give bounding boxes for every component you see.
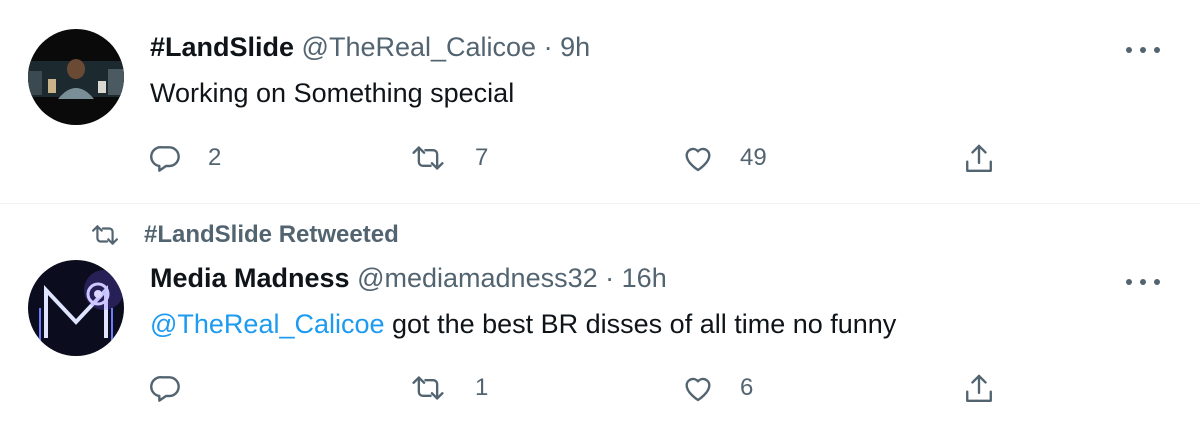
tweet-text-rest: got the best BR disses of all time no fu…: [384, 309, 897, 339]
reply-count: 2: [208, 144, 222, 171]
tweet[interactable]: #LandSlide Retweeted Media Madness @medi…: [0, 204, 1200, 422]
reply-button[interactable]: [150, 372, 208, 404]
tweet-header: #LandSlide @TheReal_Calicoe · 9h: [150, 32, 590, 63]
separator-dot: ·: [605, 263, 615, 293]
like-button[interactable]: 49: [682, 142, 767, 174]
retweet-count: 1: [475, 374, 489, 401]
reply-icon: [150, 376, 180, 402]
timestamp[interactable]: 16h: [622, 263, 667, 293]
like-icon: [685, 147, 711, 172]
share-button[interactable]: [963, 372, 995, 406]
retweet-context: #LandSlide Retweeted: [88, 221, 399, 249]
mention-link[interactable]: @TheReal_Calicoe: [150, 309, 385, 339]
tweet-header: Media Madness @mediamadness32 · 16h: [150, 263, 667, 294]
avatar[interactable]: [28, 260, 124, 356]
timestamp[interactable]: 9h: [560, 32, 590, 62]
more-icon[interactable]: [1126, 272, 1160, 292]
share-icon: [966, 144, 992, 172]
more-icon[interactable]: [1126, 40, 1160, 60]
user-handle[interactable]: @TheReal_Calicoe: [302, 32, 537, 62]
avatar[interactable]: [28, 29, 124, 125]
retweet-button[interactable]: 1: [411, 372, 488, 404]
reply-button[interactable]: 2: [150, 142, 221, 174]
retweet-count: 7: [475, 144, 489, 171]
tweet-text: Working on Something special: [150, 78, 515, 108]
share-button[interactable]: [963, 142, 995, 176]
display-name[interactable]: Media Madness: [150, 263, 350, 293]
retweet-context-label[interactable]: #LandSlide Retweeted: [144, 221, 399, 249]
like-icon: [685, 377, 711, 402]
retweet-button[interactable]: 7: [411, 142, 488, 174]
retweet-icon: [412, 376, 444, 400]
user-handle[interactable]: @mediamadness32: [357, 263, 598, 293]
share-icon: [966, 374, 992, 402]
tweet[interactable]: #LandSlide @TheReal_Calicoe · 9h Working…: [0, 0, 1200, 204]
retweet-icon: [92, 225, 118, 245]
separator-dot: ·: [543, 32, 553, 62]
display-name[interactable]: #LandSlide: [150, 32, 294, 62]
reply-icon: [150, 146, 180, 172]
tweet-text: @TheReal_Calicoe got the best BR disses …: [150, 309, 896, 340]
retweet-icon: [412, 146, 444, 170]
like-count: 49: [740, 144, 767, 171]
like-button[interactable]: 6: [682, 372, 753, 404]
like-count: 6: [740, 374, 754, 401]
